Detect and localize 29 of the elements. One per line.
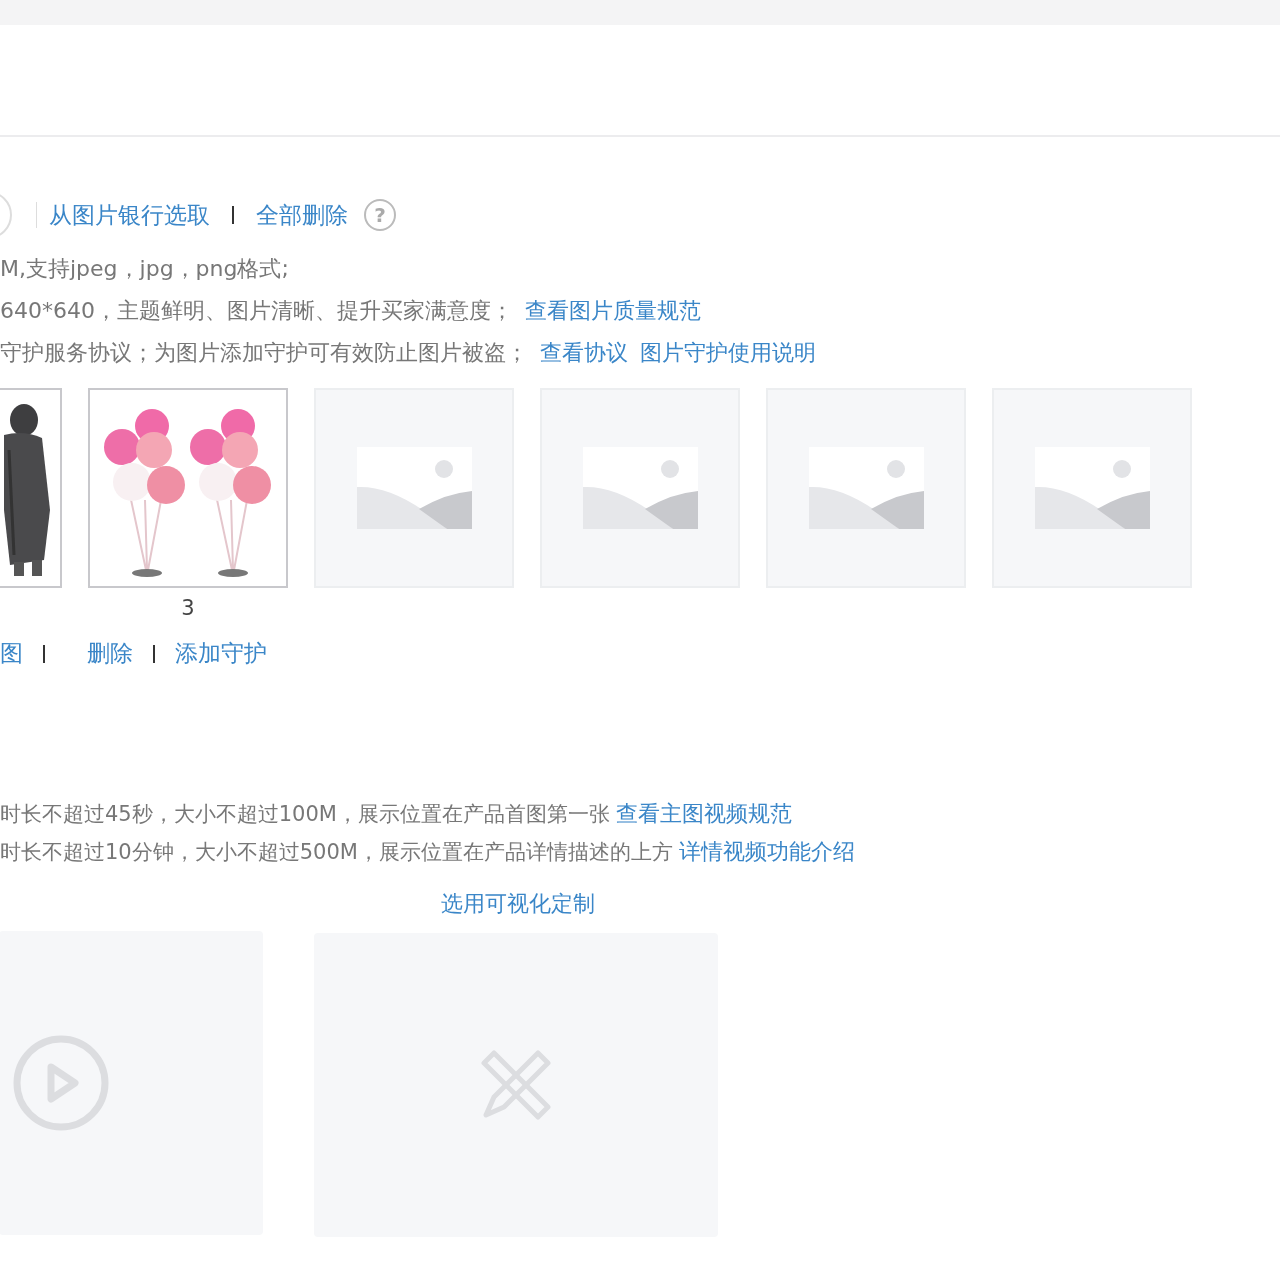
image-number: 3 xyxy=(181,596,195,620)
empty-image-slot[interactable] xyxy=(766,388,966,588)
empty-image-slot[interactable] xyxy=(992,388,1192,588)
image-placeholder-icon xyxy=(1034,447,1150,529)
delete-all-link[interactable]: 全部删除 xyxy=(256,199,348,231)
visual-custom-link[interactable]: 选用可视化定制 xyxy=(317,889,718,919)
note-text: 时长不超过10分钟，大小不超过500M，展示位置在产品详情描述的上方 xyxy=(0,839,673,866)
empty-image-slot[interactable] xyxy=(314,388,514,588)
note-text: 时长不超过45秒，大小不超过100M，展示位置在产品首图第一张 xyxy=(0,801,610,828)
image-placeholder-icon xyxy=(356,447,472,529)
note-link[interactable]: 详情视频功能介绍 xyxy=(678,837,855,867)
image-placeholder-icon xyxy=(808,447,924,529)
play-icon xyxy=(13,1035,109,1131)
video-upload-card[interactable] xyxy=(0,931,263,1235)
image-bank-link[interactable]: 从图片银行选取 xyxy=(49,199,210,231)
note-text: M,支持jpeg，jpg，png格式; xyxy=(0,255,289,283)
help-icon[interactable]: ? xyxy=(364,199,396,231)
note-link[interactable]: 查看协议 xyxy=(540,338,628,368)
note-link[interactable]: 查看主图视频规范 xyxy=(615,799,792,829)
image-action-link[interactable]: 添加守护 xyxy=(175,638,267,669)
note-link[interactable]: 查看图片质量规范 xyxy=(525,296,701,326)
note-text: 守护服务协议；为图片添加守护可有效防止图片被盗； xyxy=(0,339,528,367)
image-action-link[interactable]: 图 xyxy=(0,638,23,669)
empty-image-slot[interactable] xyxy=(540,388,740,588)
note-text: 640*640，主题鲜明、图片清晰、提升买家满意度； xyxy=(0,297,513,325)
custom-design-card[interactable] xyxy=(314,933,718,1237)
note-link[interactable]: 图片守护使用说明 xyxy=(640,338,816,368)
image-placeholder-icon xyxy=(582,447,698,529)
image-action-link[interactable]: 删除 xyxy=(87,638,133,669)
